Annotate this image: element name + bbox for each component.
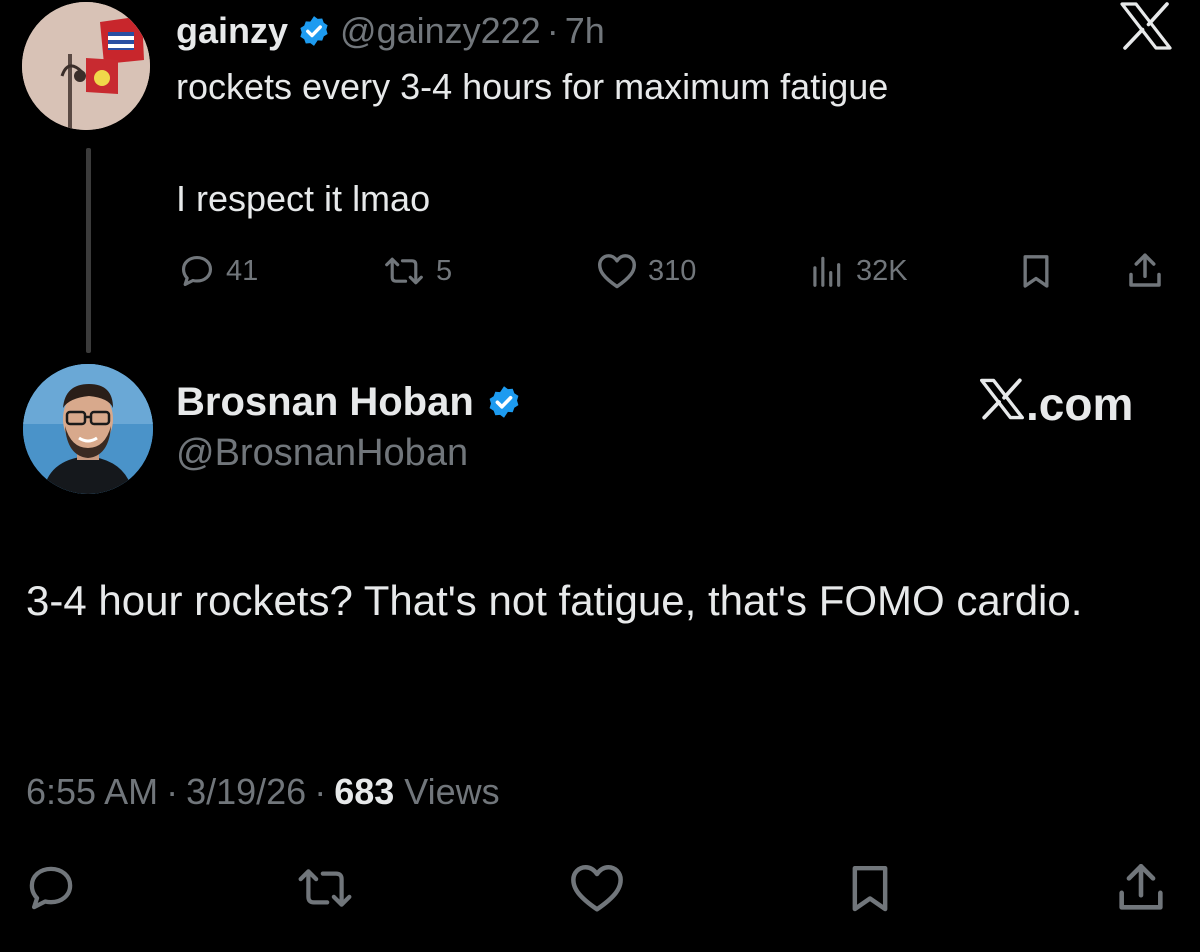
x-logo-icon — [980, 377, 1026, 431]
parent-share-button[interactable] — [1124, 248, 1166, 294]
reply-views-count: 683 — [334, 771, 395, 812]
parent-repost-button[interactable]: 5 — [382, 248, 452, 294]
thread-connector-line — [86, 148, 91, 353]
parent-tweet-header: gainzy @gainzy222 · 7h — [176, 6, 605, 56]
reply-meta-row: 6:55 AM · 3/19/26 · 683 Views — [26, 768, 500, 816]
verified-badge-icon — [486, 384, 522, 420]
reply-handle[interactable]: @BrosnanHoban — [176, 432, 468, 475]
reply-views-label: Views — [404, 771, 500, 812]
reply-time[interactable]: 6:55 AM — [26, 771, 158, 813]
reply-repost-button[interactable] — [294, 858, 356, 918]
parent-views-button[interactable]: 32K — [806, 248, 908, 294]
repost-icon — [382, 252, 426, 290]
gainzy-avatar[interactable] — [22, 2, 150, 130]
meta-separator: · — [314, 771, 327, 812]
verified-badge-icon — [297, 14, 331, 48]
views-icon — [806, 252, 846, 290]
reply-author-name-row: Brosnan Hoban — [176, 376, 531, 428]
brosnan-avatar[interactable] — [23, 364, 153, 494]
reply-like-button[interactable] — [568, 858, 626, 918]
parent-reply-button[interactable]: 41 — [178, 248, 258, 294]
reply-date[interactable]: 3/19/26 — [186, 771, 306, 813]
parent-handle[interactable]: @gainzy222 — [340, 10, 541, 52]
xcom-watermark: .com — [980, 376, 1133, 432]
heart-icon — [596, 252, 638, 290]
x-logo-icon — [1120, 2, 1172, 50]
bookmark-icon — [842, 860, 898, 916]
parent-tweet-text: rockets every 3-4 hours for maximum fati… — [176, 66, 1096, 220]
reply-tweet-text: 3-4 hour rockets? That's not fatigue, th… — [26, 577, 1083, 624]
parent-repost-count: 5 — [436, 254, 453, 287]
parent-bookmark-button[interactable] — [1016, 248, 1056, 294]
parent-reply-count: 41 — [226, 254, 259, 287]
parent-action-bar: 41 5 310 32K — [174, 248, 1170, 294]
bookmark-icon — [1016, 251, 1056, 291]
parent-text-line1: rockets every 3-4 hours for maximum fati… — [176, 66, 889, 107]
repost-icon — [294, 861, 356, 915]
reply-action-bar — [24, 858, 1174, 918]
share-icon — [1124, 250, 1166, 292]
reply-bookmark-button[interactable] — [842, 858, 898, 918]
watermark-text: .com — [1026, 378, 1134, 430]
header-separator: · — [546, 10, 559, 51]
parent-view-count: 32K — [856, 254, 908, 287]
parent-like-count: 310 — [648, 254, 697, 287]
parent-text-line2: I respect it lmao — [176, 178, 431, 219]
reply-share-button[interactable] — [1112, 858, 1170, 918]
tweet-screenshot: gainzy @gainzy222 · 7h rockets every 3-4… — [0, 0, 1200, 952]
reply-icon — [24, 861, 78, 915]
parent-like-button[interactable]: 310 — [596, 248, 696, 294]
reply-reply-button[interactable] — [24, 858, 78, 918]
reply-display-name[interactable]: Brosnan Hoban — [176, 380, 474, 425]
parent-timestamp[interactable]: 7h — [565, 10, 605, 52]
heart-icon — [568, 862, 626, 914]
share-icon — [1112, 859, 1170, 917]
meta-separator: · — [166, 771, 179, 812]
parent-display-name[interactable]: gainzy — [176, 10, 288, 52]
reply-icon — [178, 252, 216, 290]
